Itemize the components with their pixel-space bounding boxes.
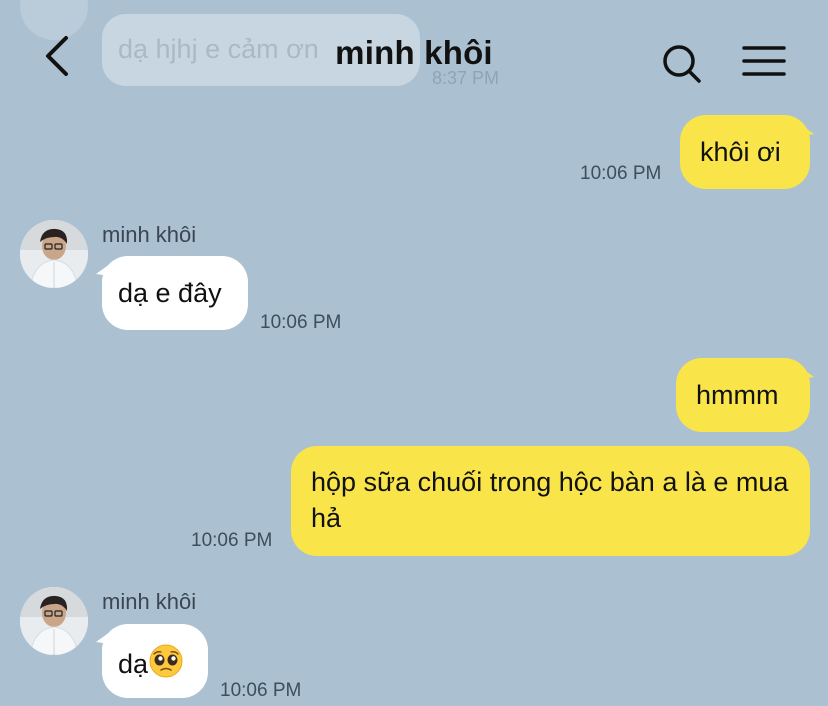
message-time: 10:06 PM — [580, 163, 662, 184]
search-icon[interactable] — [660, 42, 704, 86]
avatar[interactable] — [20, 220, 88, 288]
message-bubble-outgoing[interactable]: hộp sữa chuối trong hộc bàn a là e mua h… — [291, 446, 810, 556]
pleading-face-emoji — [148, 643, 184, 679]
message-bubble-outgoing[interactable]: khôi ơi — [680, 115, 810, 189]
message-text: dạ — [118, 649, 149, 679]
back-icon[interactable] — [40, 34, 80, 78]
sender-name: minh khôi — [102, 222, 197, 247]
message-bubble-incoming[interactable]: dạ — [102, 624, 208, 698]
message-bubble-incoming[interactable]: dạ e đây — [102, 256, 248, 330]
message-time: 10:06 PM — [220, 680, 302, 701]
chat-title: minh khôi — [335, 34, 493, 71]
message-text: hộp sữa chuối trong hộc bàn a là e mua h… — [311, 467, 789, 533]
message-text: dạ e đây — [118, 278, 222, 308]
message-text: khôi ơi — [700, 137, 781, 167]
menu-icon[interactable] — [740, 42, 788, 82]
sender-name: minh khôi — [102, 589, 197, 614]
message-time: 10:06 PM — [260, 312, 342, 333]
avatar[interactable] — [20, 587, 88, 655]
message-bubble-outgoing[interactable]: hmmm — [676, 358, 810, 432]
message-text: hmmm — [696, 380, 779, 410]
message-time: 10:06 PM — [191, 530, 273, 551]
